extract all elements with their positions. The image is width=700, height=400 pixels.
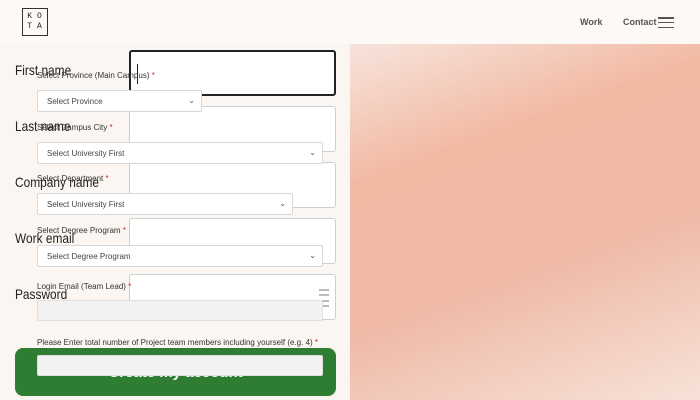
login-email-input[interactable] xyxy=(37,300,323,321)
login-email-label: Login Email (Team Lead) * xyxy=(37,282,132,291)
chevron-down-icon: ⌄ xyxy=(309,148,316,157)
chevron-down-icon: ⌄ xyxy=(279,199,286,208)
nav-work-link[interactable]: Work xyxy=(580,17,602,27)
chevron-down-icon: ⌄ xyxy=(309,251,316,260)
department-label: Select Department * xyxy=(37,174,109,183)
kota-logo[interactable]: KO TA xyxy=(22,8,48,36)
province-select[interactable]: Select Province ⌄ xyxy=(37,90,202,112)
nav-contact-link[interactable]: Contact xyxy=(623,17,657,27)
chevron-down-icon: ⌄ xyxy=(188,96,195,105)
top-bar: KO TA Work Contact xyxy=(0,0,700,44)
logo-text-bottom: TA xyxy=(27,22,47,31)
team-members-input[interactable] xyxy=(37,355,323,376)
province-label: Select Province (Main Campus) * xyxy=(37,71,155,80)
campus-city-select[interactable]: Select University First ⌄ xyxy=(37,142,323,164)
degree-program-select[interactable]: Select Degree Program ⌄ xyxy=(37,245,323,267)
team-members-label: Please Enter total number of Project tea… xyxy=(37,338,319,347)
campus-city-label: Select Campus City * xyxy=(37,123,113,132)
degree-program-label: Select Degree Program * xyxy=(37,226,126,235)
registration-panel xyxy=(350,44,700,400)
menu-icon[interactable] xyxy=(658,17,674,28)
department-select[interactable]: Select University First ⌄ xyxy=(37,193,293,215)
logo-text-top: KO xyxy=(27,12,47,21)
